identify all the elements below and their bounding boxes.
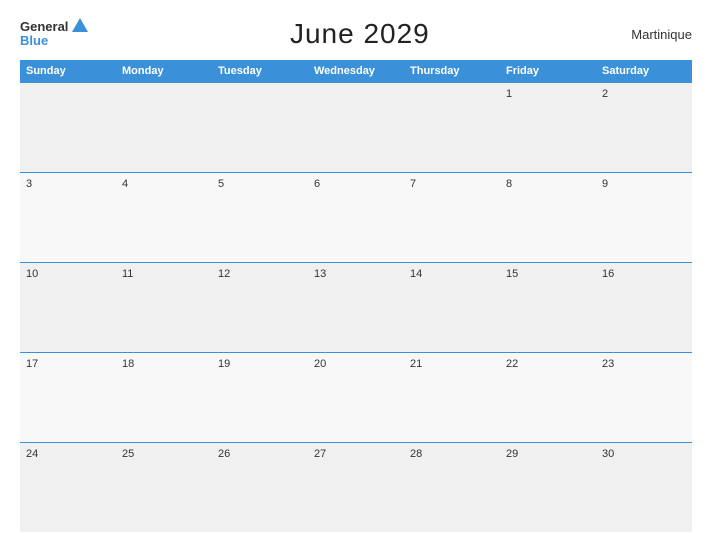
calendar-day: 28 — [404, 442, 500, 532]
day-number: 15 — [506, 268, 518, 280]
calendar-day — [308, 83, 404, 173]
calendar-day: 25 — [116, 442, 212, 532]
day-number: 20 — [314, 358, 326, 370]
day-number: 1 — [506, 88, 512, 100]
calendar-day: 20 — [308, 352, 404, 442]
header-friday: Friday — [500, 60, 596, 83]
header-sunday: Sunday — [20, 60, 116, 83]
calendar-day: 18 — [116, 352, 212, 442]
day-number: 12 — [218, 268, 230, 280]
calendar-row: 12 — [20, 83, 692, 173]
header-wednesday: Wednesday — [308, 60, 404, 83]
calendar-header: General Blue June 2029 Martinique — [20, 18, 692, 50]
day-number: 6 — [314, 178, 320, 190]
day-number: 9 — [602, 178, 608, 190]
calendar-day — [116, 83, 212, 173]
day-number: 3 — [26, 178, 32, 190]
logo-general-text: General — [20, 20, 68, 34]
day-number: 10 — [26, 268, 38, 280]
calendar-day: 22 — [500, 352, 596, 442]
calendar-day: 24 — [20, 442, 116, 532]
day-number: 24 — [26, 448, 38, 460]
calendar-day: 14 — [404, 262, 500, 352]
calendar-day: 13 — [308, 262, 404, 352]
day-number: 8 — [506, 178, 512, 190]
calendar-day: 2 — [596, 83, 692, 173]
day-number: 22 — [506, 358, 518, 370]
day-number: 7 — [410, 178, 416, 190]
calendar-day — [404, 83, 500, 173]
day-number: 27 — [314, 448, 326, 460]
day-number: 21 — [410, 358, 422, 370]
calendar-day: 11 — [116, 262, 212, 352]
header-monday: Monday — [116, 60, 212, 83]
calendar-row: 24 25 26 27 28 29 30 — [20, 442, 692, 532]
day-number: 2 — [602, 88, 608, 100]
month-title: June 2029 — [290, 18, 430, 50]
day-number: 28 — [410, 448, 422, 460]
calendar-day: 7 — [404, 172, 500, 262]
weekday-header-row: Sunday Monday Tuesday Wednesday Thursday… — [20, 60, 692, 83]
day-number: 26 — [218, 448, 230, 460]
calendar-day: 6 — [308, 172, 404, 262]
calendar-day: 10 — [20, 262, 116, 352]
day-number: 23 — [602, 358, 614, 370]
calendar-day: 29 — [500, 442, 596, 532]
calendar-day: 27 — [308, 442, 404, 532]
calendar-day: 21 — [404, 352, 500, 442]
calendar-day: 1 — [500, 83, 596, 173]
day-number: 30 — [602, 448, 614, 460]
calendar-day — [212, 83, 308, 173]
header-thursday: Thursday — [404, 60, 500, 83]
calendar-row: 10 11 12 13 14 15 16 — [20, 262, 692, 352]
day-number: 25 — [122, 448, 134, 460]
calendar-day: 8 — [500, 172, 596, 262]
logo: General Blue — [20, 20, 88, 49]
calendar-day: 12 — [212, 262, 308, 352]
logo-blue-text: Blue — [20, 34, 48, 48]
calendar-day: 19 — [212, 352, 308, 442]
calendar-day: 15 — [500, 262, 596, 352]
calendar-day: 30 — [596, 442, 692, 532]
header-tuesday: Tuesday — [212, 60, 308, 83]
calendar-day: 4 — [116, 172, 212, 262]
calendar-day: 23 — [596, 352, 692, 442]
day-number: 17 — [26, 358, 38, 370]
calendar-row: 17 18 19 20 21 22 23 — [20, 352, 692, 442]
calendar-day: 17 — [20, 352, 116, 442]
day-number: 19 — [218, 358, 230, 370]
calendar-day: 3 — [20, 172, 116, 262]
calendar-row: 3 4 5 6 7 8 9 — [20, 172, 692, 262]
header-saturday: Saturday — [596, 60, 692, 83]
day-number: 4 — [122, 178, 128, 190]
calendar-day: 16 — [596, 262, 692, 352]
day-number: 11 — [122, 268, 133, 280]
day-number: 16 — [602, 268, 614, 280]
logo-triangle-icon — [72, 18, 88, 32]
region-label: Martinique — [631, 27, 692, 42]
calendar-day: 9 — [596, 172, 692, 262]
day-number: 14 — [410, 268, 422, 280]
calendar-day — [20, 83, 116, 173]
day-number: 18 — [122, 358, 134, 370]
calendar-day: 5 — [212, 172, 308, 262]
day-number: 29 — [506, 448, 518, 460]
calendar-day: 26 — [212, 442, 308, 532]
day-number: 5 — [218, 178, 224, 190]
day-number: 13 — [314, 268, 326, 280]
calendar-table: Sunday Monday Tuesday Wednesday Thursday… — [20, 60, 692, 532]
